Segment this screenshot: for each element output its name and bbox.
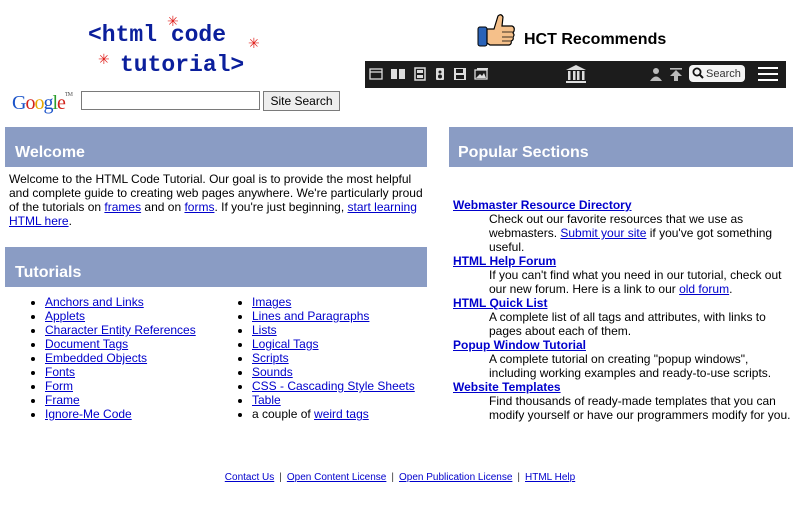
popular-section-link[interactable]: HTML Quick List bbox=[453, 296, 793, 310]
popular-section-link[interactable]: Website Templates bbox=[453, 380, 793, 394]
welcome-text-part: and on bbox=[141, 200, 185, 214]
list-item: Embedded Objects bbox=[45, 351, 196, 365]
popular-section-desc: Check out our favorite resources that we… bbox=[453, 212, 793, 254]
toolbar: Search bbox=[365, 61, 786, 88]
list-item: Applets bbox=[45, 309, 196, 323]
footer-separator: | bbox=[517, 472, 521, 483]
list-item: Sounds bbox=[252, 365, 415, 379]
list-item: Ignore-Me Code bbox=[45, 407, 196, 421]
welcome-text-part: . bbox=[68, 214, 72, 228]
list-item: Scripts bbox=[252, 351, 415, 365]
upload-icon[interactable] bbox=[669, 67, 683, 81]
popular-sections-heading: Popular Sections bbox=[449, 127, 793, 167]
tutorial-link[interactable]: Anchors and Links bbox=[45, 295, 144, 309]
popular-section-desc: Find thousands of ready-made templates t… bbox=[489, 394, 791, 422]
logo-line-2: tutorial> bbox=[120, 52, 245, 78]
footer: Contact Us | Open Content License | Open Pub… bbox=[0, 472, 800, 483]
tutorial-link[interactable]: Document Tags bbox=[45, 337, 128, 351]
popular-section-desc-text: If you can't find what you need in our t… bbox=[489, 268, 782, 296]
popular-section-link[interactable]: Popup Window Tutorial bbox=[453, 338, 793, 352]
tutorial-link[interactable]: Logical Tags bbox=[252, 337, 319, 351]
popular-section-link[interactable]: HTML Help Forum bbox=[453, 254, 793, 268]
list-item: Fonts bbox=[45, 365, 196, 379]
save-icon[interactable] bbox=[453, 67, 467, 81]
list-item: a couple of weird tags bbox=[252, 407, 415, 421]
thumbs-up-icon bbox=[477, 14, 515, 47]
toolbar-search-label: Search bbox=[706, 68, 741, 80]
weird-tags-link[interactable]: weird tags bbox=[314, 407, 369, 421]
welcome-text-part: . If you're just beginning, bbox=[214, 200, 348, 214]
film-icon[interactable] bbox=[413, 67, 427, 81]
tutorials-list-right: Images Lines and Paragraphs Lists Logica… bbox=[212, 295, 415, 421]
logo-line-1: <html code bbox=[88, 22, 227, 48]
popular-section-desc: A complete list of all tags and attribut… bbox=[489, 310, 766, 338]
popular-section-desc: If you can't find what you need in our t… bbox=[453, 268, 793, 296]
site-logo[interactable]: <html code tutorial> ✳ ✳ ✳ bbox=[88, 14, 268, 78]
tutorial-link[interactable]: Form bbox=[45, 379, 73, 393]
list-item: Images bbox=[252, 295, 415, 309]
speaker-icon[interactable] bbox=[433, 67, 447, 81]
tutorial-link[interactable]: Scripts bbox=[252, 351, 289, 365]
contact-us-link[interactable]: Contact Us bbox=[225, 472, 274, 483]
popular-sections-list: Webmaster Resource Directory Check out o… bbox=[453, 198, 793, 422]
tutorial-link[interactable]: Sounds bbox=[252, 365, 293, 379]
open-publication-license-link[interactable]: Open Publication License bbox=[399, 472, 512, 483]
list-item: Logical Tags bbox=[252, 337, 415, 351]
library-icon[interactable] bbox=[565, 64, 587, 84]
site-search-button[interactable]: Site Search bbox=[263, 91, 340, 111]
footer-separator: | bbox=[279, 472, 282, 483]
tutorial-link[interactable]: Character Entity References bbox=[45, 323, 196, 337]
list-item: CSS - Cascading Style Sheets bbox=[252, 379, 415, 393]
html-help-link[interactable]: HTML Help bbox=[525, 472, 575, 483]
search-icon bbox=[692, 67, 704, 79]
popular-section-desc: A complete tutorial on creating "popup w… bbox=[489, 352, 772, 380]
popular-section-desc-text: . bbox=[729, 282, 733, 296]
footer-separator: | bbox=[391, 472, 394, 483]
tutorial-link[interactable]: Lists bbox=[252, 323, 277, 337]
tutorial-link[interactable]: CSS - Cascading Style Sheets bbox=[252, 379, 415, 393]
old-forum-link[interactable]: old forum bbox=[679, 282, 729, 296]
list-item: Anchors and Links bbox=[45, 295, 196, 309]
welcome-text: Welcome to the HTML Code Tutorial. Our g… bbox=[9, 172, 427, 228]
tutorial-link[interactable]: Images bbox=[252, 295, 291, 309]
list-item: Form bbox=[45, 379, 196, 393]
tutorial-link[interactable]: Frame bbox=[45, 393, 80, 407]
person-icon[interactable] bbox=[649, 67, 663, 81]
submit-site-link[interactable]: Submit your site bbox=[560, 226, 646, 240]
tutorial-link[interactable]: Ignore-Me Code bbox=[45, 407, 132, 421]
sparkle-icon: ✳ bbox=[98, 52, 110, 68]
frames-link[interactable]: frames bbox=[104, 200, 141, 214]
tutorial-link[interactable]: Fonts bbox=[45, 365, 75, 379]
list-item: Character Entity References bbox=[45, 323, 196, 337]
google-logo: GoogleTM bbox=[12, 92, 73, 114]
open-content-license-link[interactable]: Open Content License bbox=[287, 472, 387, 483]
book-icon[interactable] bbox=[390, 67, 406, 81]
welcome-heading: Welcome bbox=[5, 127, 427, 167]
tutorial-link[interactable]: Applets bbox=[45, 309, 85, 323]
tutorial-link[interactable]: Embedded Objects bbox=[45, 351, 147, 365]
google-search-input[interactable] bbox=[81, 91, 260, 110]
sparkle-icon: ✳ bbox=[248, 36, 260, 52]
list-item: Lists bbox=[252, 323, 415, 337]
list-item: Lines and Paragraphs bbox=[252, 309, 415, 323]
list-item: Document Tags bbox=[45, 337, 196, 351]
tutorials-list-left: Anchors and Links Applets Character Enti… bbox=[5, 295, 196, 421]
tutorial-link[interactable]: Table bbox=[252, 393, 281, 407]
sparkle-icon: ✳ bbox=[167, 14, 179, 30]
hamburger-menu-icon[interactable] bbox=[758, 67, 778, 82]
list-item: Table bbox=[252, 393, 415, 407]
tutorials-heading: Tutorials bbox=[5, 247, 427, 287]
image-icon[interactable] bbox=[473, 67, 489, 81]
window-icon[interactable] bbox=[369, 67, 383, 81]
hct-recommends-title: HCT Recommends bbox=[524, 31, 667, 48]
list-item-text: a couple of bbox=[252, 407, 315, 421]
list-item: Frame bbox=[45, 393, 196, 407]
tutorial-link[interactable]: Lines and Paragraphs bbox=[252, 309, 369, 323]
popular-section-link[interactable]: Webmaster Resource Directory bbox=[453, 198, 793, 212]
forms-link[interactable]: forms bbox=[184, 200, 214, 214]
toolbar-search-box[interactable]: Search bbox=[689, 65, 745, 82]
